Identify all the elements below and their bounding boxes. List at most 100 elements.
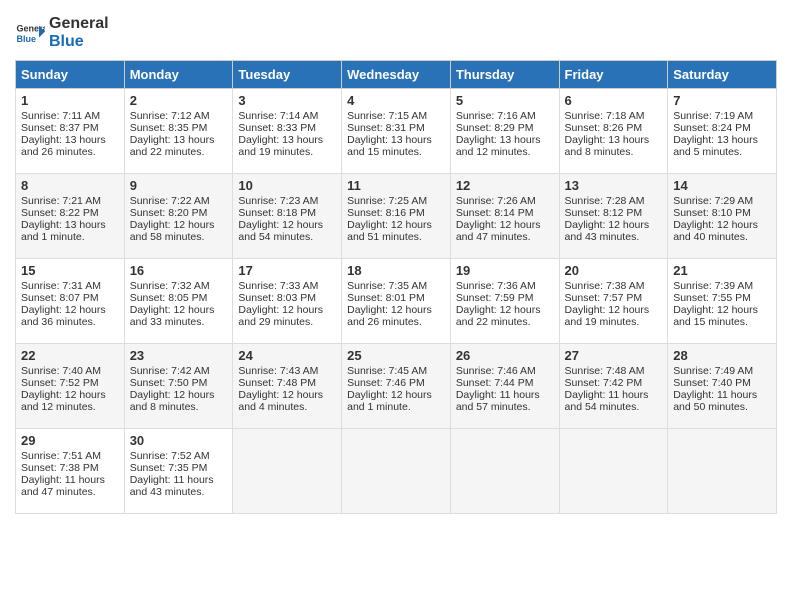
- day-info: Daylight: 11 hours: [673, 389, 771, 401]
- day-number: 12: [456, 178, 554, 193]
- day-number: 19: [456, 263, 554, 278]
- day-info: and 47 minutes.: [21, 486, 119, 498]
- day-info: and 1 minute.: [347, 401, 445, 413]
- day-number: 4: [347, 93, 445, 108]
- day-info: Sunset: 7:52 PM: [21, 377, 119, 389]
- calendar-cell: 4Sunrise: 7:15 AMSunset: 8:31 PMDaylight…: [342, 89, 451, 174]
- day-info: and 50 minutes.: [673, 401, 771, 413]
- day-info: Daylight: 12 hours: [347, 304, 445, 316]
- calendar-cell: 18Sunrise: 7:35 AMSunset: 8:01 PMDayligh…: [342, 259, 451, 344]
- day-info: Sunset: 8:31 PM: [347, 122, 445, 134]
- day-info: Sunrise: 7:48 AM: [565, 365, 663, 377]
- day-info: Daylight: 12 hours: [238, 389, 336, 401]
- day-number: 20: [565, 263, 663, 278]
- calendar-cell: [342, 429, 451, 514]
- day-info: and 43 minutes.: [565, 231, 663, 243]
- day-info: and 22 minutes.: [130, 146, 228, 158]
- day-number: 5: [456, 93, 554, 108]
- day-number: 13: [565, 178, 663, 193]
- calendar-cell: 29Sunrise: 7:51 AMSunset: 7:38 PMDayligh…: [16, 429, 125, 514]
- day-info: Sunset: 8:16 PM: [347, 207, 445, 219]
- day-info: Sunrise: 7:18 AM: [565, 110, 663, 122]
- day-info: Daylight: 12 hours: [347, 219, 445, 231]
- calendar-cell: 28 Sunrise: 7:49 AMSunset: 7:40 PMDayligh…: [668, 344, 777, 429]
- day-info: Sunset: 7:35 PM: [130, 462, 228, 474]
- day-info: Sunset: 7:40 PM: [673, 377, 771, 389]
- calendar-cell: 12Sunrise: 7:26 AMSunset: 8:14 PMDayligh…: [450, 174, 559, 259]
- day-info: and 4 minutes.: [238, 401, 336, 413]
- day-info: Daylight: 11 hours: [21, 474, 119, 486]
- day-info: and 12 minutes.: [456, 146, 554, 158]
- calendar-cell: 2Sunrise: 7:12 AMSunset: 8:35 PMDaylight…: [124, 89, 233, 174]
- day-info: Sunrise: 7:38 AM: [565, 280, 663, 292]
- day-info: Sunrise: 7:12 AM: [130, 110, 228, 122]
- day-number: 2: [130, 93, 228, 108]
- day-info: Sunset: 8:24 PM: [673, 122, 771, 134]
- day-info: Sunrise: 7:49 AM: [673, 365, 771, 377]
- day-info: Daylight: 11 hours: [456, 389, 554, 401]
- day-info: Sunset: 8:12 PM: [565, 207, 663, 219]
- calendar-cell: 20Sunrise: 7:38 AMSunset: 7:57 PMDayligh…: [559, 259, 668, 344]
- day-number: 28: [673, 348, 771, 363]
- day-number: 21: [673, 263, 771, 278]
- day-number: 6: [565, 93, 663, 108]
- day-info: Sunset: 7:48 PM: [238, 377, 336, 389]
- day-info: and 8 minutes.: [130, 401, 228, 413]
- day-number: 11: [347, 178, 445, 193]
- day-info: Sunrise: 7:42 AM: [130, 365, 228, 377]
- day-info: Sunset: 8:01 PM: [347, 292, 445, 304]
- day-info: Sunrise: 7:51 AM: [21, 450, 119, 462]
- day-info: and 12 minutes.: [21, 401, 119, 413]
- day-info: and 1 minute.: [21, 231, 119, 243]
- calendar-cell: 26Sunrise: 7:46 AMSunset: 7:44 PMDayligh…: [450, 344, 559, 429]
- calendar-cell: 10Sunrise: 7:23 AMSunset: 8:18 PMDayligh…: [233, 174, 342, 259]
- calendar-cell: 21Sunrise: 7:39 AMSunset: 7:55 PMDayligh…: [668, 259, 777, 344]
- day-header-monday: Monday: [124, 61, 233, 89]
- day-info: Daylight: 12 hours: [21, 389, 119, 401]
- day-info: Sunrise: 7:28 AM: [565, 195, 663, 207]
- day-info: Sunset: 8:33 PM: [238, 122, 336, 134]
- day-info: Sunset: 8:05 PM: [130, 292, 228, 304]
- day-info: and 15 minutes.: [673, 316, 771, 328]
- day-header-thursday: Thursday: [450, 61, 559, 89]
- calendar-cell: [559, 429, 668, 514]
- day-info: Daylight: 13 hours: [238, 134, 336, 146]
- day-header-wednesday: Wednesday: [342, 61, 451, 89]
- day-info: Sunrise: 7:35 AM: [347, 280, 445, 292]
- day-info: and 22 minutes.: [456, 316, 554, 328]
- day-number: 10: [238, 178, 336, 193]
- day-info: and 51 minutes.: [347, 231, 445, 243]
- calendar-cell: 13 Sunrise: 7:28 AMSunset: 8:12 PMDayligh…: [559, 174, 668, 259]
- calendar-cell: 17Sunrise: 7:33 AMSunset: 8:03 PMDayligh…: [233, 259, 342, 344]
- day-info: Daylight: 12 hours: [238, 219, 336, 231]
- day-number: 7: [673, 93, 771, 108]
- calendar-cell: 6Sunrise: 7:18 AMSunset: 8:26 PMDaylight…: [559, 89, 668, 174]
- day-info: Sunset: 7:42 PM: [565, 377, 663, 389]
- day-info: Sunrise: 7:15 AM: [347, 110, 445, 122]
- day-info: and 36 minutes.: [21, 316, 119, 328]
- day-header-friday: Friday: [559, 61, 668, 89]
- day-info: Sunset: 8:26 PM: [565, 122, 663, 134]
- day-info: Daylight: 12 hours: [456, 304, 554, 316]
- day-info: Sunrise: 7:19 AM: [673, 110, 771, 122]
- day-header-tuesday: Tuesday: [233, 61, 342, 89]
- page-header: General Blue General Blue: [15, 15, 777, 50]
- day-info: Daylight: 12 hours: [673, 304, 771, 316]
- day-info: and 58 minutes.: [130, 231, 228, 243]
- day-info: and 8 minutes.: [565, 146, 663, 158]
- day-info: Sunrise: 7:43 AM: [238, 365, 336, 377]
- day-info: Sunrise: 7:46 AM: [456, 365, 554, 377]
- calendar-cell: 25Sunrise: 7:45 AMSunset: 7:46 PMDayligh…: [342, 344, 451, 429]
- day-number: 1: [21, 93, 119, 108]
- day-info: and 19 minutes.: [565, 316, 663, 328]
- day-info: Sunrise: 7:22 AM: [130, 195, 228, 207]
- day-info: Daylight: 12 hours: [565, 219, 663, 231]
- logo: General Blue General Blue: [15, 15, 109, 50]
- day-info: Sunrise: 7:36 AM: [456, 280, 554, 292]
- day-info: Sunset: 7:44 PM: [456, 377, 554, 389]
- day-info: Sunset: 8:14 PM: [456, 207, 554, 219]
- calendar-cell: 22Sunrise: 7:40 AMSunset: 7:52 PMDayligh…: [16, 344, 125, 429]
- day-info: Daylight: 13 hours: [130, 134, 228, 146]
- calendar-cell: 30Sunrise: 7:52 AMSunset: 7:35 PMDayligh…: [124, 429, 233, 514]
- day-info: Daylight: 12 hours: [456, 219, 554, 231]
